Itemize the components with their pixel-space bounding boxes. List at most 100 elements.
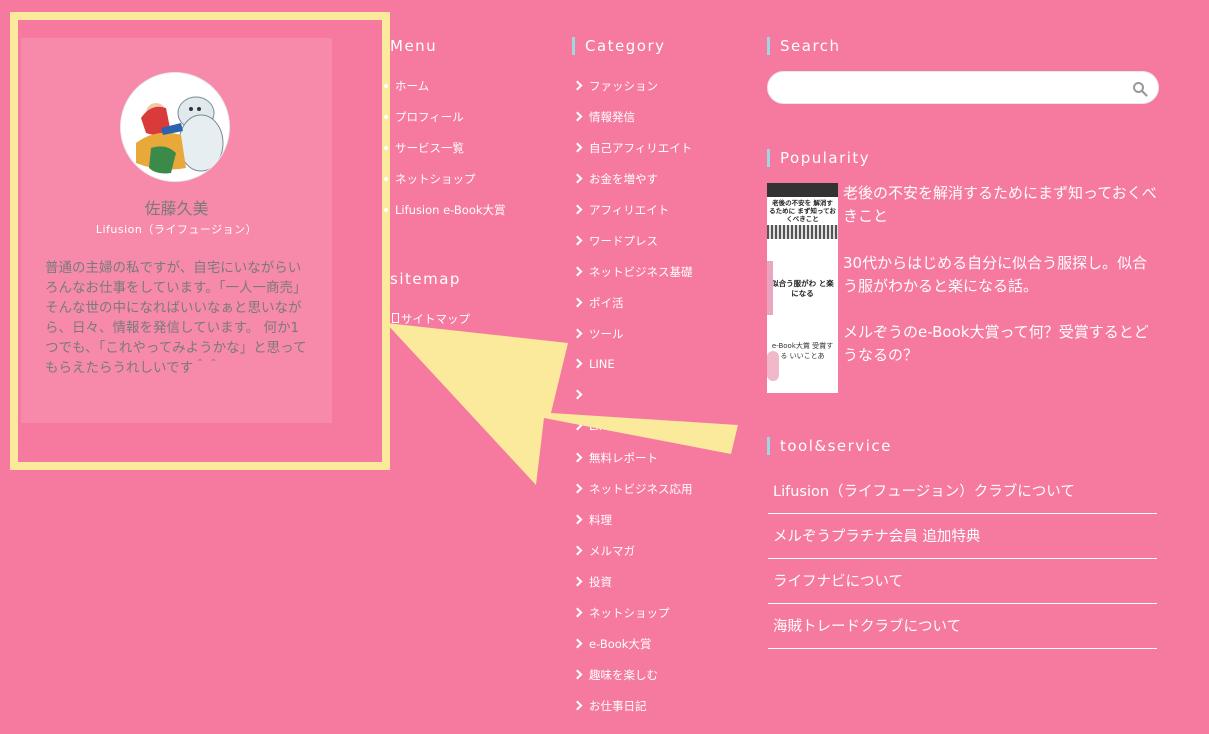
popular-post-title[interactable]: 老後の不安を解消するためにまず知っておくべきこと — [843, 182, 1158, 228]
service-link[interactable]: メルぞうプラチナ会員 追加特典 — [768, 515, 1157, 559]
category-item[interactable]: アフィリエイト — [572, 202, 670, 218]
category-item[interactable]: ツール — [572, 326, 624, 342]
category-item-label: 料理 — [589, 513, 612, 527]
category-item[interactable]: メルマガ — [572, 543, 635, 559]
chevron-right-icon — [572, 638, 583, 649]
chevron-right-icon — [572, 420, 583, 431]
chevron-right-icon — [572, 545, 583, 556]
bullet-icon — [384, 177, 388, 181]
category-item-label: ファッション — [589, 79, 658, 93]
popular-post-thumbnail[interactable]: e-Book大賞 受賞する いいことあ — [767, 323, 838, 393]
thumb-text: 似合う服がわ と楽になる — [771, 279, 834, 298]
menu-item-ebook[interactable]: Lifusion e-Book大賞 — [384, 202, 506, 218]
category-item[interactable]: 自己アフィリエイト — [572, 140, 693, 156]
sitemap-link-label: サイトマップ — [401, 312, 470, 326]
category-item-label: ネットビジネス応用 — [589, 482, 693, 496]
popular-post-title[interactable]: 30代からはじめる自分に似合う服探し。似合う服がわかると楽になる話。 — [843, 252, 1158, 298]
menu-item-label: ネットショップ — [395, 172, 476, 186]
chevron-right-icon — [572, 576, 583, 587]
category-item[interactable]: 無料レポート — [572, 450, 658, 466]
menu-item-profile[interactable]: プロフィール — [384, 109, 464, 125]
menu-item-label: Lifusion e-Book大賞 — [395, 203, 506, 217]
menu-item-home[interactable]: ホーム — [384, 78, 429, 94]
category-item-label: 無料レポート — [589, 451, 658, 465]
category-item-label: ワードプレス — [589, 234, 658, 248]
category-item-label: ツール — [589, 327, 624, 341]
profile-subtitle: Lifusion（ライフュージョン） — [95, 223, 258, 236]
category-item-label: お仕事日記 — [589, 699, 647, 713]
category-heading: Category — [572, 37, 666, 55]
sitemap-heading: sitemap — [390, 270, 461, 288]
chevron-right-icon — [572, 142, 583, 153]
chevron-right-icon — [572, 483, 583, 494]
service-link[interactable]: Lifusion（ライフュージョン）クラブについて — [768, 470, 1157, 514]
menu-heading: Menu — [390, 37, 438, 55]
category-item-label: e-Book大賞 — [589, 637, 652, 651]
category-item-label: アフィリエイト — [589, 203, 670, 217]
category-item[interactable]: LINE — [572, 357, 615, 371]
chevron-right-icon — [572, 700, 583, 711]
search-box — [767, 71, 1159, 104]
category-item[interactable]: e-Book大賞 — [572, 636, 652, 652]
popular-post-thumbnail[interactable]: 老後の不安を 解消するために まず知っておくべきこと — [767, 183, 838, 253]
category-item[interactable]: Lifusion e — [572, 419, 645, 433]
chevron-right-icon — [572, 452, 583, 463]
chevron-right-icon — [572, 297, 583, 308]
chevron-right-icon — [572, 173, 583, 184]
category-item-label: ネットショップ — [589, 606, 670, 620]
category-item[interactable]: ファッション — [572, 78, 658, 94]
chevron-right-icon — [572, 389, 583, 400]
avatar[interactable] — [120, 72, 230, 182]
chevron-right-icon — [572, 235, 583, 246]
category-item[interactable]: お仕事日記 — [572, 698, 647, 714]
popularity-heading: Popularity — [767, 149, 870, 167]
avatar-illustration — [121, 73, 229, 181]
bullet-icon — [384, 84, 388, 88]
category-item[interactable]: ネットビジネス応用 — [572, 481, 693, 497]
search-icon[interactable] — [1132, 81, 1148, 97]
category-item[interactable]: ネットショップ — [572, 605, 670, 621]
category-item[interactable]: 情報発信 — [572, 109, 635, 125]
category-item-label: Lifusion e — [589, 419, 645, 433]
category-item-label: メルマガ — [589, 544, 635, 558]
category-item-label: 情報発信 — [589, 110, 635, 124]
sitemap-link[interactable]: サイトマップ — [392, 311, 470, 327]
category-item[interactable]: ネットビジネス基礎 — [572, 264, 693, 280]
menu-item-services[interactable]: サービス一覧 — [384, 140, 464, 156]
category-item[interactable]: 料理 — [572, 512, 612, 528]
category-item[interactable]: 投資 — [572, 574, 612, 590]
category-item[interactable]: お金を増やす — [572, 171, 658, 187]
category-item[interactable]: ポイ活 — [572, 295, 624, 311]
category-item-label: ネットビジネス基礎 — [589, 265, 693, 279]
search-heading: Search — [767, 37, 841, 55]
search-input[interactable] — [778, 76, 1122, 102]
menu-item-label: サービス一覧 — [395, 141, 464, 155]
category-item[interactable]: 趣味を楽しむ — [572, 667, 658, 683]
popular-post-title[interactable]: メルぞうのe-Book大賞って何？受賞するとどうなるの？ — [843, 321, 1158, 367]
chevron-right-icon — [572, 358, 583, 369]
category-item-label: 投資 — [589, 575, 612, 589]
bullet-icon — [384, 208, 388, 212]
tool-service-heading: tool&service — [767, 437, 892, 455]
chevron-right-icon — [572, 328, 583, 339]
category-item[interactable] — [572, 388, 589, 402]
thumb-text: 老後の不安を 解消するために まず知っておくべきこと — [769, 199, 836, 223]
arrow-shape — [386, 323, 738, 485]
service-link[interactable]: ライフナビについて — [768, 560, 1157, 604]
bullet-icon — [384, 115, 388, 119]
category-item-label: 趣味を楽しむ — [589, 668, 658, 682]
category-item-label: ポイ活 — [589, 296, 624, 310]
popular-post-thumbnail[interactable]: 似合う服がわ と楽になる — [767, 253, 838, 323]
chevron-right-icon — [572, 514, 583, 525]
service-link[interactable]: 海賊トレードクラブについて — [768, 605, 1157, 649]
chevron-right-icon — [572, 80, 583, 91]
profile-bio: 普通の主婦の私ですが、自宅にいながらいろんなお仕事をしています。「一人一商売」そ… — [45, 260, 307, 376]
menu-item-netshop[interactable]: ネットショップ — [384, 171, 476, 187]
chevron-right-icon — [572, 204, 583, 215]
chevron-right-icon — [572, 111, 583, 122]
category-item-label: 自己アフィリエイト — [589, 141, 693, 155]
category-item[interactable]: ワードプレス — [572, 233, 658, 249]
thumb-band — [767, 183, 838, 197]
bullet-icon — [384, 146, 388, 150]
chevron-right-icon — [572, 266, 583, 277]
